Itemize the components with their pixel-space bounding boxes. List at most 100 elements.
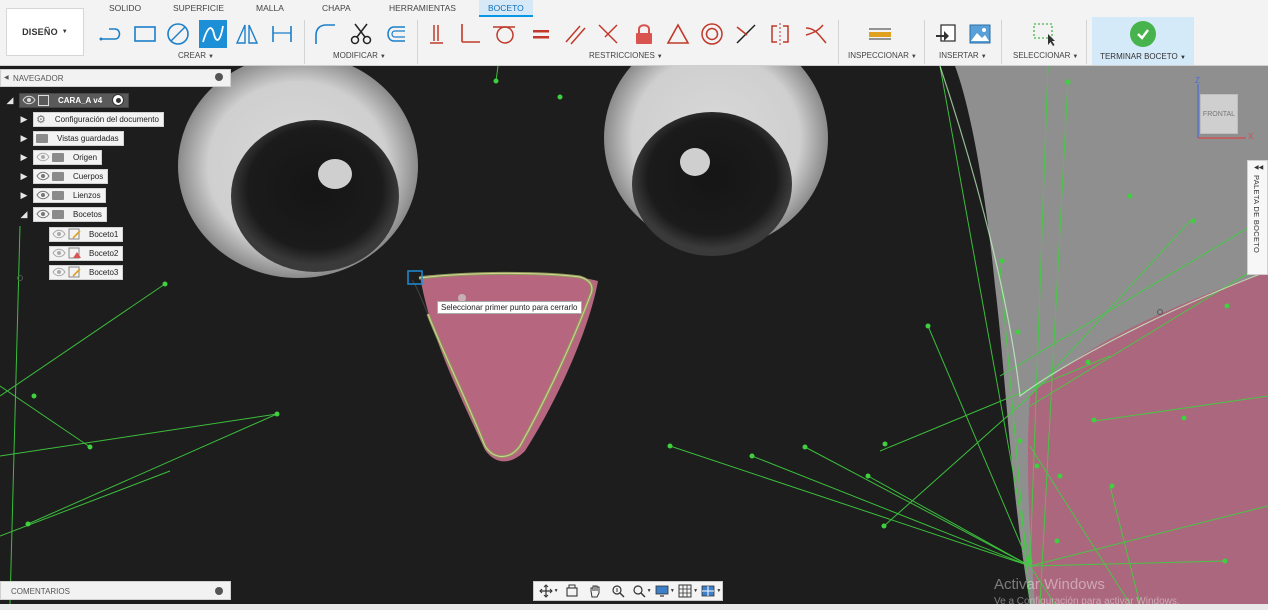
navigator-header[interactable]: ◀ NAVEGADOR [0,69,231,87]
dimension-tool-button[interactable] [268,20,296,48]
grid-settings-button[interactable]: ▼ [678,583,699,599]
modificar-menu[interactable]: MODIFICAR ▼ [333,51,386,60]
collapse-triangle-icon[interactable]: ◢ [4,94,16,106]
monitor-icon [655,585,669,597]
tree-item-vistas: ▶ Vistas guardadas [18,130,124,146]
tree-node-vistas-guardadas[interactable]: Vistas guardadas [33,130,124,146]
crear-menu[interactable]: CREAR ▼ [178,51,214,60]
parallel-constraint-button[interactable] [561,20,589,48]
inspeccionar-menu[interactable]: INSPECCIONAR ▼ [848,51,917,60]
perpendicular-icon [461,24,480,43]
eye-icon[interactable] [52,248,66,258]
zoom-window-icon [633,585,646,598]
finish-sketch-button[interactable]: TERMINAR BOCETO ▼ [1092,17,1194,65]
spline-icon [202,25,224,43]
tab-herramientas[interactable]: HERRAMIENTAS [380,0,465,17]
separator [838,20,839,64]
fix-constraint-icon [430,25,443,44]
navigator-options-icon[interactable] [215,73,223,81]
boceto1-label: Boceto1 [89,229,119,239]
symmetry-constraint-button[interactable] [766,20,794,48]
lock-constraint-button[interactable] [630,20,658,48]
rectangle-tool-button[interactable] [131,20,159,48]
look-at-button[interactable] [561,583,582,599]
tree-node-bocetos[interactable]: Bocetos [33,206,107,222]
tree-node-boceto3[interactable]: Boceto3 [49,264,124,280]
midpoint-constraint-button[interactable] [732,20,760,48]
mirror-tool-button[interactable] [233,20,261,48]
spline-tool-button[interactable] [199,20,227,48]
tree-node-boceto2[interactable]: Boceto2 [49,245,124,261]
comments-panel[interactable]: COMENTARIOS [0,581,231,600]
coincident-constraint-button[interactable] [594,20,622,48]
insert-canvas-button[interactable] [966,20,994,48]
concentric-constraint-button[interactable] [698,20,726,48]
fix-constraint-button[interactable] [424,20,452,48]
viewcube[interactable]: Z X FRONTAL [1192,76,1258,146]
offset-tool-button[interactable] [381,20,409,48]
eye-icon[interactable] [36,209,50,219]
workspace-switcher-button[interactable]: DISEÑO ▼ [6,8,84,56]
tree-node-cuerpos[interactable]: Cuerpos [33,168,109,184]
expand-triangle-icon[interactable]: ▶ [18,132,30,144]
seleccionar-menu[interactable]: SELECCIONAR ▼ [1013,51,1078,60]
palette-label: PALETA DE BOCETO [1252,175,1261,254]
select-tool-button[interactable] [1030,20,1058,48]
circle-icon [167,23,189,45]
eye-icon[interactable] [22,95,36,105]
curvature-constraint-button[interactable] [802,20,830,48]
expand-triangle-icon[interactable]: ▶ [18,113,30,125]
sketch-palette-tab[interactable]: ◀◀ PALETA DE BOCETO [1247,160,1268,275]
tab-malla[interactable]: MALLA [247,0,293,17]
triangle-constraint-button[interactable] [664,20,692,48]
expand-triangle-icon[interactable]: ▶ [18,151,30,163]
insert-icon [936,24,956,42]
folder-icon [52,190,64,200]
tab-boceto[interactable]: BOCETO [479,0,533,17]
circle-tool-button[interactable] [164,20,192,48]
eye-icon[interactable] [52,267,66,277]
tree-node-configuracion[interactable]: ⚙ Configuración del documento [33,111,164,127]
eye-icon[interactable] [52,229,66,239]
tangent-constraint-button[interactable] [490,20,518,48]
tree-node-boceto1[interactable]: Boceto1 [49,226,124,242]
expand-triangle-icon[interactable]: ▶ [18,189,30,201]
comments-add-icon[interactable] [215,587,223,595]
restricciones-menu[interactable]: RESTRICCIONES ▼ [589,51,663,60]
insertar-menu[interactable]: INSERTAR ▼ [939,51,987,60]
tree-item-config: ▶ ⚙ Configuración del documento [18,111,164,127]
eye-icon[interactable] [36,152,50,162]
tree-node-root[interactable]: CARA_A v4 [19,92,130,108]
pan-button[interactable] [585,583,606,599]
insert-derive-button[interactable] [932,20,960,48]
chevron-down-icon: ▼ [1179,55,1186,61]
tab-solido[interactable]: SOLIDO [100,0,150,17]
tab-chapa[interactable]: CHAPA [313,0,360,17]
eye-icon[interactable] [36,190,50,200]
line-tool-button[interactable] [96,20,124,48]
viewcube-front-face[interactable]: FRONTAL [1200,94,1238,134]
measure-tool-button[interactable] [866,20,894,48]
sketch-canvas[interactable] [0,66,1268,604]
orbit-button[interactable]: ▼ [538,583,559,599]
display-settings-button[interactable]: ▼ [654,583,675,599]
tab-superficie[interactable]: SUPERFICIE [164,0,233,17]
viewports-button[interactable]: ▼ [701,583,722,599]
zoom-button[interactable] [608,583,629,599]
equal-constraint-button[interactable] [527,20,555,48]
fillet-tool-button[interactable] [311,20,339,48]
collapse-triangle-icon[interactable]: ◢ [18,208,30,220]
toolbar: DISEÑO ▼ SOLIDO SUPERFICIE MALLA CHAPA H… [0,0,1268,66]
expand-triangle-icon[interactable]: ▶ [18,170,30,182]
eye-icon[interactable] [36,171,50,181]
chevron-down-icon: ▼ [646,588,652,594]
separator [304,20,305,64]
trim-tool-button[interactable] [347,20,375,48]
tree-node-lienzos[interactable]: Lienzos [33,187,106,203]
activate-radio-icon[interactable] [112,94,125,106]
tree-node-origen[interactable]: Origen [33,149,103,165]
fillet-icon [315,24,335,44]
perpendicular-constraint-button[interactable] [456,20,484,48]
fit-button[interactable]: ▼ [631,583,652,599]
collapse-left-icon[interactable]: ◀ [4,74,9,81]
